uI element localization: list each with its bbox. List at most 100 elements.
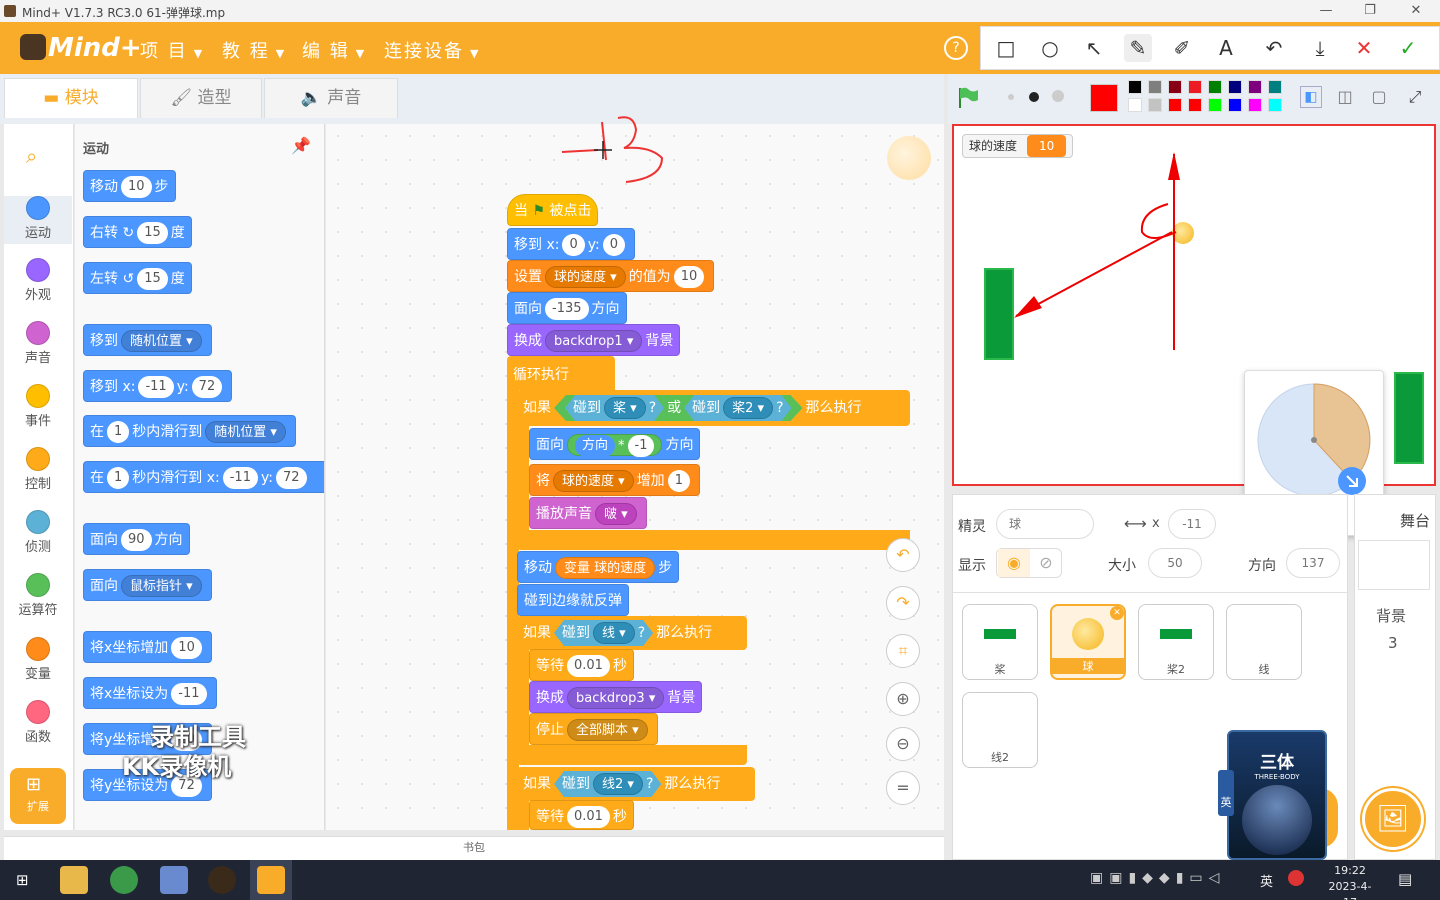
block-wait[interactable]: 等待 0.01 秒 — [529, 800, 634, 830]
eye-hidden-icon[interactable]: ⊘ — [1030, 549, 1062, 577]
category-motion[interactable]: 运动 — [4, 196, 72, 244]
color-swatch[interactable] — [1268, 98, 1282, 112]
block-turn-left[interactable]: 左转 ↺ 15 度 — [83, 262, 192, 294]
confirm-icon[interactable]: ✓ — [1394, 34, 1422, 62]
color-swatch[interactable] — [1228, 98, 1242, 112]
tab-sounds[interactable]: 🔈 声音 — [264, 78, 398, 118]
block-point-direction[interactable]: 面向 -135 方向 — [507, 292, 627, 324]
block-when-flag-clicked[interactable]: 当 ⚑ 被点击 — [507, 194, 599, 226]
pen-size-small[interactable] — [1008, 94, 1014, 100]
color-swatch[interactable] — [1188, 80, 1202, 94]
category-sound[interactable]: 声音 — [4, 321, 72, 366]
color-swatch[interactable] — [1208, 80, 1222, 94]
menu-edit[interactable]: 编 辑 ▼ — [302, 37, 366, 63]
undo-script-icon[interactable]: ↶ — [886, 538, 920, 572]
color-swatch[interactable] — [1128, 98, 1142, 112]
ellipse-tool-icon[interactable]: ○ — [1036, 34, 1064, 62]
arrow-tool-icon[interactable]: ↖ — [1080, 34, 1108, 62]
crop-icon[interactable]: ⌗ — [886, 634, 920, 668]
block-move-steps[interactable]: 移动 10 步 — [83, 170, 176, 202]
color-swatch[interactable] — [1168, 80, 1182, 94]
zoom-reset-icon[interactable]: = — [886, 771, 920, 805]
rectangle-tool-icon[interactable]: □ — [992, 34, 1020, 62]
search-icon[interactable]: ⌕ — [26, 144, 50, 168]
block-switch-backdrop[interactable]: 换成 backdrop1 ▾ 背景 — [507, 324, 681, 356]
block-goto[interactable]: 移到 随机位置 ▾ — [83, 324, 212, 356]
category-control[interactable]: 控制 — [4, 447, 72, 492]
download-icon[interactable]: ⤓ — [1306, 34, 1334, 62]
delete-sprite-icon[interactable]: ✕ — [1110, 606, 1124, 620]
category-functions[interactable]: 函数 — [4, 700, 72, 745]
stage-thumb[interactable] — [1358, 540, 1430, 590]
block-set-variable[interactable]: 设置 球的速度 ▾ 的值为 10 — [507, 260, 715, 292]
block-wait[interactable]: 等待 0.01 秒 — [529, 649, 634, 681]
clock[interactable]: 19:222023-4-17 — [1322, 863, 1378, 900]
color-swatch[interactable] — [1248, 80, 1262, 94]
green-flag-icon[interactable] — [956, 86, 980, 110]
color-swatch[interactable] — [1148, 98, 1162, 112]
color-swatch[interactable] — [1148, 80, 1162, 94]
block-stop[interactable]: 停止 全部脚本 ▾ — [529, 713, 658, 745]
block-set-x[interactable]: 将x坐标设为 -11 — [83, 677, 217, 709]
pen-size-large[interactable] — [1052, 90, 1064, 102]
zoom-in-icon[interactable]: ⊕ — [886, 682, 920, 716]
block-goto-xy[interactable]: 移到 x: 0 y: 0 — [507, 228, 635, 260]
small-stage-icon[interactable]: ◧ — [1300, 86, 1322, 108]
color-swatch[interactable] — [1188, 98, 1202, 112]
block-goto-xy[interactable]: 移到 x: -11 y: 72 — [83, 370, 233, 402]
block-point-direction[interactable]: 面向 90 方向 — [83, 523, 190, 555]
zoom-out-icon[interactable]: ⊖ — [886, 727, 920, 761]
cancel-icon[interactable]: ✕ — [1350, 34, 1378, 62]
block-change-x[interactable]: 将x坐标增加 10 — [83, 631, 212, 663]
block-switch-backdrop3[interactable]: 换成 backdrop3 ▾ 背景 — [529, 681, 703, 713]
category-events[interactable]: 事件 — [4, 384, 72, 429]
app-icon[interactable] — [160, 866, 188, 894]
menu-project[interactable]: 项 目 ▼ — [140, 37, 204, 63]
tray-ime[interactable]: 英 — [1260, 871, 1273, 890]
redo-script-icon[interactable]: ↷ — [886, 586, 920, 620]
direction-dial[interactable] — [1256, 382, 1372, 498]
category-variables[interactable]: 变量 — [4, 637, 72, 682]
sprite-thumb-line[interactable]: 线 — [1226, 604, 1302, 680]
color-swatch[interactable] — [1248, 98, 1262, 112]
windows-start-icon[interactable]: ⊞ — [16, 872, 32, 888]
color-swatch[interactable] — [1168, 98, 1182, 112]
menu-tutorial[interactable]: 教 程 ▼ — [222, 37, 286, 63]
full-stage-icon[interactable]: ▢ — [1368, 86, 1390, 108]
undo-icon[interactable]: ↶ — [1260, 34, 1288, 62]
fullscreen-icon[interactable]: ⤢ — [1404, 86, 1426, 108]
sprite-thumb-paddle[interactable]: 桨 — [962, 604, 1038, 680]
category-operators[interactable]: 运算符 — [4, 573, 72, 618]
tray-icons[interactable]: ▣▣▮◆◆▮▭◁ — [1090, 870, 1225, 886]
ime-float[interactable]: 英 — [1218, 770, 1234, 816]
highlighter-tool-icon[interactable]: ✐ — [1168, 34, 1196, 62]
block-bounce-on-edge[interactable]: 碰到边缘就反弹 — [517, 584, 629, 616]
tab-blocks[interactable]: ▬ 模块 — [4, 78, 138, 118]
color-swatch[interactable] — [1208, 98, 1222, 112]
restore-icon[interactable]: ❐ — [1360, 2, 1380, 20]
size-input[interactable]: 50 — [1148, 548, 1202, 578]
notification-icon[interactable]: ▤ — [1398, 870, 1412, 888]
book-cover-overlay[interactable]: 三体 THREE-BODY — [1227, 730, 1327, 860]
minimize-icon[interactable]: — — [1316, 2, 1336, 20]
color-swatch[interactable] — [1228, 80, 1242, 94]
extensions-button[interactable]: ⊞ 扩展 — [10, 768, 66, 824]
block-glide-xy[interactable]: 在 1 秒内滑行到 x: -11 y: 72 — [83, 461, 324, 493]
recorder-icon[interactable] — [208, 866, 236, 894]
menu-connect-device[interactable]: 连接设备 ▼ — [384, 37, 480, 63]
x-input[interactable]: -11 — [1168, 509, 1216, 539]
sprite-name-input[interactable]: 球 — [996, 509, 1094, 539]
color-swatch[interactable] — [1268, 80, 1282, 94]
pen-tool-icon[interactable]: ✎ — [1124, 34, 1152, 62]
direction-input[interactable]: 137 — [1286, 548, 1340, 578]
pen-size-medium[interactable] — [1029, 92, 1039, 102]
sogou-icon[interactable] — [1288, 870, 1304, 886]
block-turn-right[interactable]: 右转 ↻ 15 度 — [83, 216, 192, 248]
large-stage-icon[interactable]: ◫ — [1334, 86, 1356, 108]
help-icon[interactable]: ? — [944, 36, 968, 60]
block-glide[interactable]: 在 1 秒内滑行到 随机位置 ▾ — [83, 415, 296, 447]
category-looks[interactable]: 外观 — [4, 258, 72, 303]
close-icon[interactable]: ✕ — [1406, 2, 1426, 20]
color-swatch[interactable] — [1128, 80, 1142, 94]
eye-icon[interactable]: ◉ — [998, 549, 1030, 577]
